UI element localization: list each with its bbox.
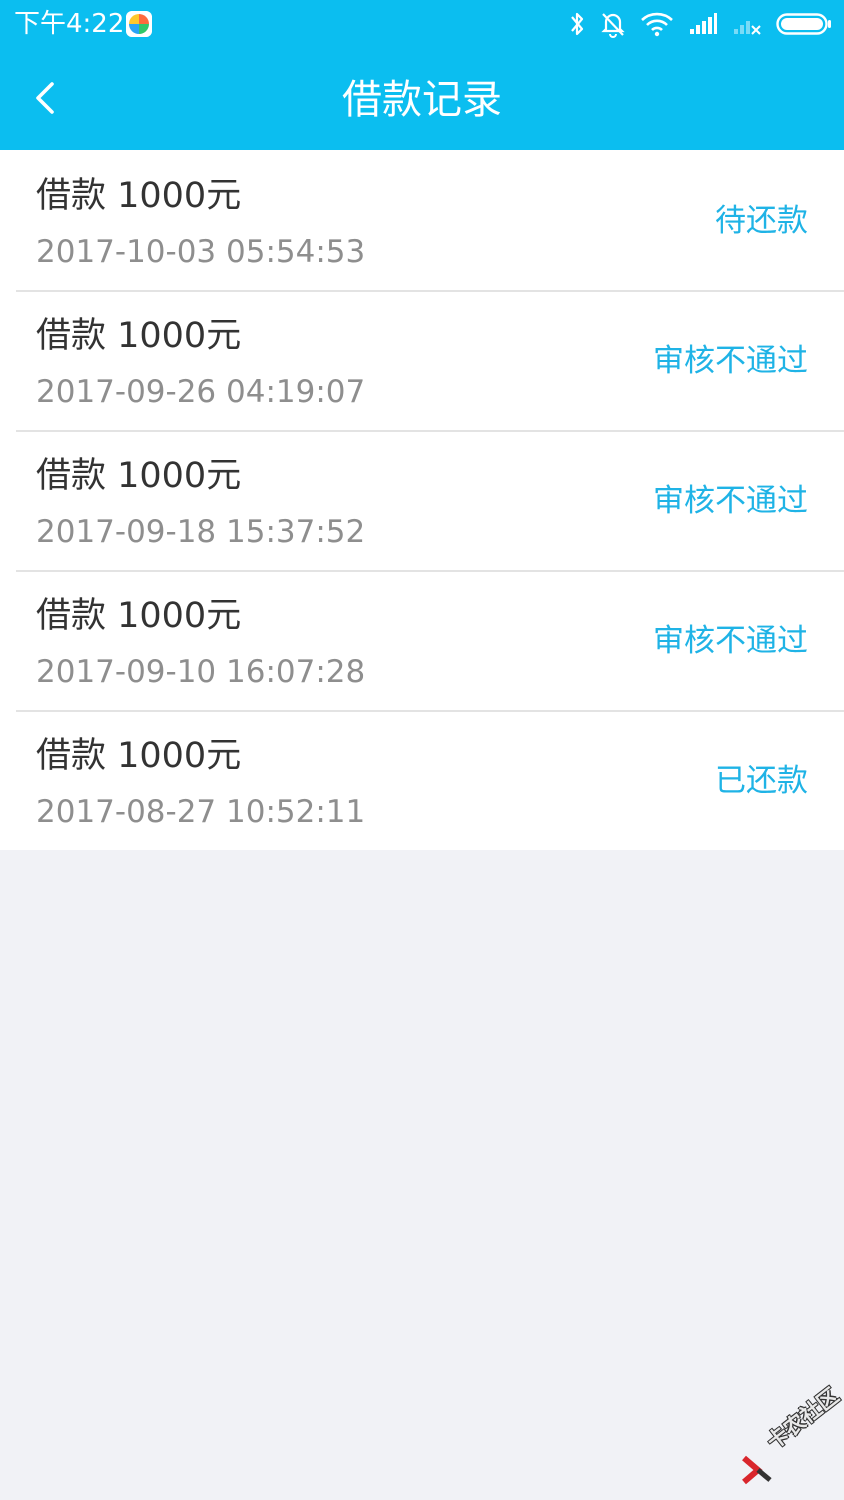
loan-date: 2017-09-18 15:37:52 (36, 514, 366, 550)
wifi-icon (640, 11, 674, 37)
mute-bell-icon (600, 10, 626, 38)
signal-no-sim-icon (732, 12, 762, 36)
battery-icon (776, 12, 832, 36)
page-title: 借款记录 (342, 77, 502, 123)
bluetooth-icon (568, 10, 586, 38)
loan-status: 审核不通过 (653, 623, 808, 659)
loan-record-item[interactable]: 借款 1000元 2017-10-03 05:54:53 待还款 (0, 150, 844, 290)
loan-date: 2017-09-26 04:19:07 (36, 374, 366, 410)
status-bar: 下午4:22 (0, 0, 844, 48)
loan-status: 审核不通过 (653, 483, 808, 519)
watermark-text: 卡农社区 (762, 1383, 844, 1455)
status-time: 下午4:22 (14, 9, 125, 39)
loan-amount: 借款 1000元 (36, 596, 242, 636)
loan-status: 待还款 (715, 203, 808, 239)
loan-date: 2017-09-10 16:07:28 (36, 654, 366, 690)
watermark-logo: 卡农社区 (738, 1383, 843, 1490)
loan-record-item[interactable]: 借款 1000元 2017-09-26 04:19:07 审核不通过 (0, 290, 844, 430)
loan-status: 已还款 (715, 763, 808, 799)
loan-record-item[interactable]: 借款 1000元 2017-09-18 15:37:52 审核不通过 (0, 430, 844, 570)
loan-amount: 借款 1000元 (36, 316, 242, 356)
signal-icon (688, 12, 718, 36)
loan-status: 审核不通过 (653, 343, 808, 379)
app-icon (126, 11, 152, 37)
watermark-mark-icon (742, 1455, 772, 1485)
loan-date: 2017-10-03 05:54:53 (36, 234, 366, 270)
loan-amount: 借款 1000元 (36, 176, 242, 216)
loan-record-item[interactable]: 借款 1000元 2017-08-27 10:52:11 已还款 (0, 710, 844, 850)
nav-bar: 借款记录 (0, 48, 844, 150)
loan-amount: 借款 1000元 (36, 736, 242, 776)
loan-date: 2017-08-27 10:52:11 (36, 794, 366, 830)
loan-record-list: 借款 1000元 2017-10-03 05:54:53 待还款 借款 1000… (0, 150, 844, 850)
status-icons (568, 8, 832, 40)
loan-amount: 借款 1000元 (36, 456, 242, 496)
loan-record-item[interactable]: 借款 1000元 2017-09-10 16:07:28 审核不通过 (0, 570, 844, 710)
